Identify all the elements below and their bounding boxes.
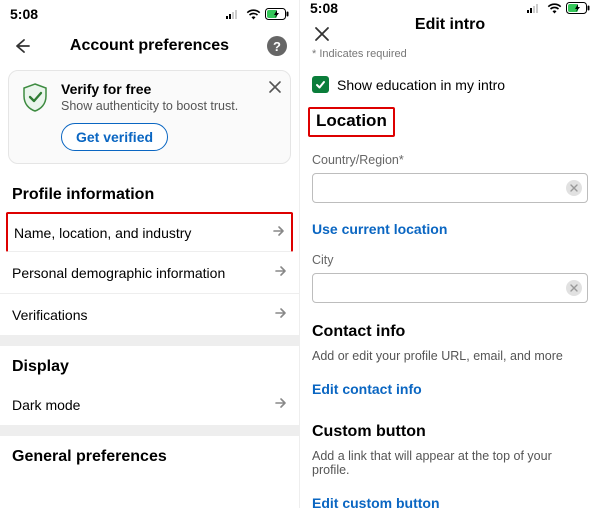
chevron-right-icon	[271, 224, 285, 241]
row-name-location-industry[interactable]: Name, location, and industry	[6, 212, 293, 252]
verify-subtitle: Show authenticity to boost trust.	[61, 99, 280, 113]
get-verified-button[interactable]: Get verified	[61, 123, 168, 151]
status-bar: 5:08	[0, 0, 299, 28]
chevron-right-icon	[273, 396, 287, 413]
use-current-location-link[interactable]: Use current location	[312, 221, 588, 237]
page-title: Account preferences	[70, 37, 229, 55]
help-icon: ?	[267, 36, 287, 56]
wifi-icon	[246, 9, 261, 20]
dismiss-verify-button[interactable]	[268, 79, 282, 97]
signal-icon	[226, 9, 242, 19]
close-icon	[313, 25, 331, 43]
help-button[interactable]: ?	[265, 34, 289, 58]
status-indicators	[226, 8, 289, 20]
status-time: 5:08	[10, 6, 38, 22]
navbar: Edit intro	[300, 16, 600, 34]
section-display: Display	[0, 346, 299, 384]
custom-button-heading: Custom button	[312, 423, 588, 441]
city-label: City	[312, 253, 588, 267]
row-label: Name, location, and industry	[14, 225, 191, 241]
account-preferences-screen: 5:08 Account preferences ?	[0, 0, 300, 508]
status-indicators	[527, 2, 590, 14]
contact-info-heading: Contact info	[312, 323, 588, 341]
wifi-icon	[547, 3, 562, 14]
edit-custom-button-link[interactable]: Edit custom button	[312, 495, 588, 511]
arrow-left-icon	[12, 36, 32, 56]
section-profile-information: Profile information	[0, 174, 299, 212]
back-button[interactable]	[10, 34, 34, 58]
chevron-right-icon	[273, 264, 287, 281]
clear-input-button[interactable]	[566, 180, 582, 196]
section-general-preferences: General preferences	[0, 436, 299, 474]
location-heading: Location	[316, 111, 387, 130]
edit-intro-screen: 5:08 Edit intro * Indicates required Sho…	[300, 0, 600, 508]
checkbox-checked-icon	[312, 76, 329, 93]
status-bar: 5:08	[300, 0, 600, 16]
battery-icon	[265, 8, 289, 20]
row-verifications[interactable]: Verifications	[0, 294, 299, 336]
clear-icon	[570, 184, 578, 192]
custom-button-sub: Add a link that will appear at the top o…	[312, 449, 588, 477]
close-icon	[268, 80, 282, 94]
navbar: Account preferences ?	[0, 28, 299, 64]
signal-icon	[527, 3, 543, 13]
show-education-checkbox[interactable]: Show education in my intro	[312, 76, 588, 93]
country-region-input[interactable]	[312, 173, 588, 203]
status-time: 5:08	[310, 0, 338, 16]
verify-card: Verify for free Show authenticity to boo…	[8, 70, 291, 164]
battery-icon	[566, 2, 590, 14]
row-dark-mode[interactable]: Dark mode	[0, 384, 299, 426]
row-label: Dark mode	[12, 397, 80, 413]
contact-info-sub: Add or edit your profile URL, email, and…	[312, 349, 588, 363]
shield-check-icon	[19, 81, 51, 113]
row-label: Verifications	[12, 307, 87, 323]
required-note: * Indicates required	[312, 48, 588, 60]
country-region-label: Country/Region*	[312, 153, 588, 167]
edit-contact-info-link[interactable]: Edit contact info	[312, 381, 588, 397]
checkbox-label: Show education in my intro	[337, 77, 505, 93]
clear-input-button[interactable]	[566, 280, 582, 296]
chevron-right-icon	[273, 306, 287, 323]
section-divider	[0, 426, 299, 436]
close-button[interactable]	[310, 22, 334, 46]
city-input[interactable]	[312, 273, 588, 303]
row-personal-demographic[interactable]: Personal demographic information	[0, 252, 299, 294]
section-divider	[0, 336, 299, 346]
clear-icon	[570, 284, 578, 292]
verify-title: Verify for free	[61, 81, 280, 97]
row-label: Personal demographic information	[12, 265, 225, 281]
page-title: Edit intro	[415, 16, 485, 34]
